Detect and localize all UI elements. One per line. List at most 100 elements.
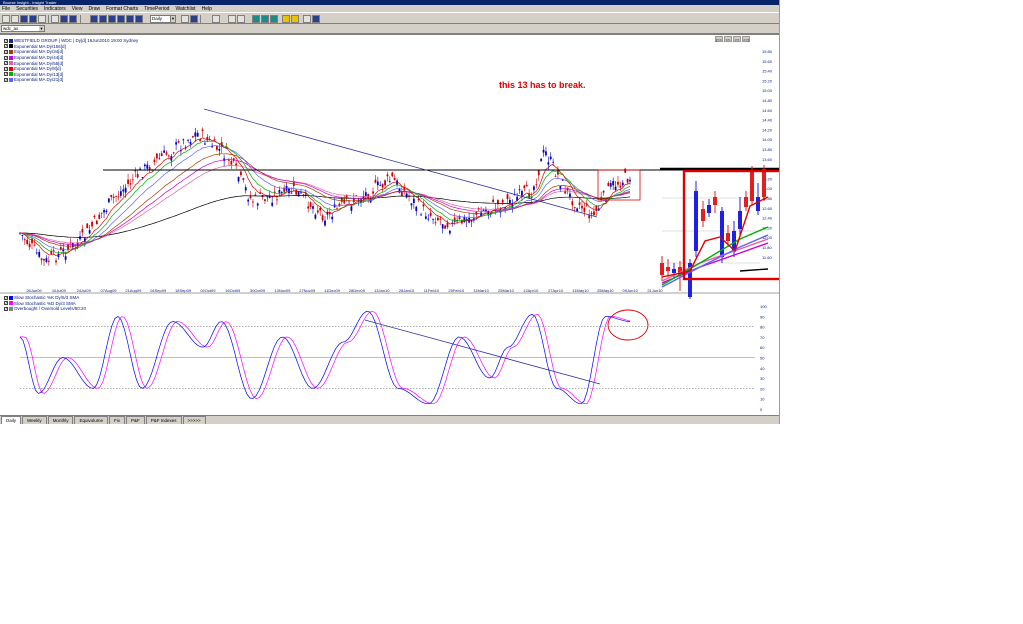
open-icon[interactable] xyxy=(11,15,19,23)
candle-body xyxy=(561,179,564,181)
price-legend-swatch xyxy=(9,38,13,43)
zoom-out-icon[interactable] xyxy=(99,15,107,23)
tab-pnf[interactable]: P&F xyxy=(125,416,145,424)
menu-file[interactable]: File xyxy=(2,6,10,12)
menu-securities[interactable]: Securities xyxy=(16,6,38,12)
candle-body xyxy=(326,212,329,215)
menu-help[interactable]: Help xyxy=(202,6,212,12)
candle-body xyxy=(38,252,41,257)
candle-body xyxy=(254,194,257,196)
watchlist-icon[interactable] xyxy=(190,15,198,23)
candle-body xyxy=(290,192,293,194)
price-legend-swatch xyxy=(9,49,13,54)
candle-body xyxy=(71,242,74,248)
hand-icon[interactable] xyxy=(237,15,245,23)
candle-body xyxy=(432,219,434,220)
menu-watchlist[interactable]: Watchlist xyxy=(175,6,195,12)
period-select-value: Daily xyxy=(152,16,163,21)
tab-fix[interactable]: Fix xyxy=(108,416,125,424)
menu-timeperiod[interactable]: TimePeriod xyxy=(144,6,169,12)
tab-equivolume[interactable]: Equivolume xyxy=(74,416,108,424)
window-icon[interactable] xyxy=(38,15,46,23)
candle-body xyxy=(607,182,610,187)
print-icon[interactable] xyxy=(20,15,28,23)
tab-pnf-indexes[interactable]: P&F Indexes xyxy=(145,416,182,424)
zoom-in-icon[interactable] xyxy=(90,15,98,23)
candle-body xyxy=(288,188,290,194)
chevron-down-icon[interactable]: ▼ xyxy=(39,26,44,31)
candle-body xyxy=(458,216,461,220)
stochastic-legend-checkbox[interactable]: ✓ xyxy=(4,295,8,300)
candle-body xyxy=(91,221,93,227)
settings-icon[interactable] xyxy=(303,15,311,23)
stochastic-axis-label: 20 xyxy=(760,386,765,391)
period-select[interactable]: Daily ▼ xyxy=(150,15,176,23)
flag-icon[interactable] xyxy=(282,15,290,23)
indicator-icon[interactable] xyxy=(135,15,143,23)
candle-chart-icon[interactable] xyxy=(126,15,134,23)
nav-next-button[interactable]: >> xyxy=(733,36,741,42)
candle-body xyxy=(602,190,605,193)
price-legend-checkbox[interactable]: ✓ xyxy=(4,49,8,54)
price-axis-label: 15.00 xyxy=(762,88,773,93)
candle-body xyxy=(446,222,449,228)
inset-candle-body xyxy=(762,169,766,197)
chart-canvas[interactable]: 15.80 15.60 15.40 15.20 15.00 14.80 14.60 14.40… xyxy=(0,35,780,415)
stochastic-axis-label: 50 xyxy=(760,356,765,361)
refresh-icon[interactable] xyxy=(181,15,189,23)
price-legend-checkbox[interactable]: ✓ xyxy=(4,38,8,43)
scan-icon[interactable] xyxy=(212,15,220,23)
candle-body xyxy=(540,158,543,162)
tile-icon[interactable] xyxy=(60,15,68,23)
menu-indicators[interactable]: Indicators xyxy=(44,6,66,12)
arrow-up-icon[interactable] xyxy=(252,15,260,23)
menu-view[interactable]: View xyxy=(72,6,83,12)
nav-prev-button[interactable]: << xyxy=(724,36,732,42)
candle-body xyxy=(55,260,57,263)
bar-chart-icon[interactable] xyxy=(108,15,116,23)
candle-body xyxy=(381,184,384,188)
candle-body xyxy=(103,210,105,213)
chevron-down-icon[interactable]: ▼ xyxy=(170,16,175,22)
candle-body xyxy=(117,196,120,198)
candle-body xyxy=(410,203,413,206)
date-axis-label: 21Jun10 xyxy=(647,288,663,293)
line-chart-icon[interactable] xyxy=(117,15,125,23)
stochastic-legend-checkbox[interactable]: ✓ xyxy=(4,306,8,311)
cascade-icon[interactable] xyxy=(51,15,59,23)
chart-area[interactable]: 15.80 15.60 15.40 15.20 15.00 14.80 14.60 14.40… xyxy=(0,34,780,415)
price-legend-checkbox[interactable]: ✓ xyxy=(4,66,8,71)
tab-weekly[interactable]: Weekly xyxy=(22,416,47,424)
security-code-input[interactable]: wdc_ax ▼ xyxy=(1,25,45,32)
price-axis-label: 15.40 xyxy=(762,69,773,74)
copy-icon[interactable] xyxy=(29,15,37,23)
candle-body xyxy=(429,212,432,216)
menu-draw[interactable]: Draw xyxy=(88,6,100,12)
candle-body xyxy=(314,214,317,219)
price-legend-checkbox[interactable]: ✓ xyxy=(4,44,8,49)
inset-candle-body xyxy=(744,197,748,207)
price-legend-checkbox[interactable]: ✓ xyxy=(4,77,8,82)
delete-icon[interactable] xyxy=(228,15,236,23)
menu-format-charts[interactable]: Format Charts xyxy=(106,6,138,12)
candle-body xyxy=(309,202,312,208)
price-legend-checkbox[interactable]: ✓ xyxy=(4,61,8,66)
tab-monthly[interactable]: Monthly xyxy=(47,416,74,424)
star-icon[interactable] xyxy=(291,15,299,23)
candle-body xyxy=(31,238,33,244)
stochastic-legend-checkbox[interactable]: ✓ xyxy=(4,301,8,306)
stochastic-legend-label: Overbought / Oversold Levels/80:20 xyxy=(14,306,87,312)
tab-daily[interactable]: Daily xyxy=(1,416,22,424)
stochastic-axis-label: 100 xyxy=(760,304,767,309)
new-chart-icon[interactable] xyxy=(2,15,10,23)
stochastic-legend-swatch xyxy=(9,295,13,300)
price-legend-checkbox[interactable]: ✓ xyxy=(4,55,8,60)
info-icon[interactable] xyxy=(312,15,320,23)
arrow-left-icon[interactable] xyxy=(270,15,278,23)
tab-more[interactable]: >>>>> xyxy=(182,416,206,424)
arrow-down-icon[interactable] xyxy=(261,15,269,23)
price-legend-checkbox[interactable]: ✓ xyxy=(4,72,8,77)
grid-icon[interactable] xyxy=(69,15,77,23)
nav-last-button[interactable]: >>| xyxy=(742,36,750,42)
nav-first-button[interactable]: |<< xyxy=(715,36,723,42)
